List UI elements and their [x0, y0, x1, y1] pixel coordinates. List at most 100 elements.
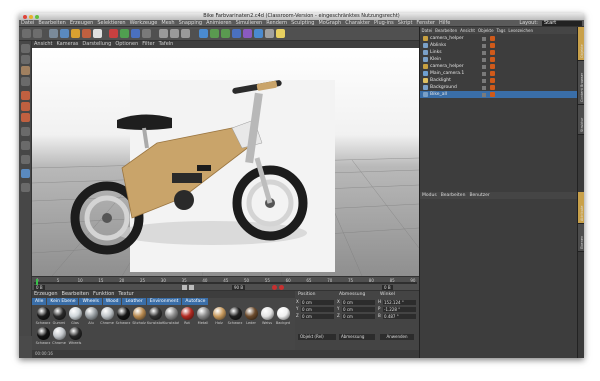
- object-menu-lesezeichen[interactable]: Lesezeichen: [507, 27, 535, 34]
- z-axis-icon[interactable]: [131, 29, 140, 38]
- menu-plugins[interactable]: Plug-ins: [372, 20, 396, 26]
- camera-icon[interactable]: [265, 29, 274, 38]
- position-field[interactable]: 0 cm: [301, 306, 334, 312]
- material-swatch[interactable]: [132, 307, 146, 320]
- object-name[interactable]: Main_camera.1: [430, 70, 464, 77]
- snapping-icon[interactable]: [21, 155, 30, 164]
- subdivision-icon[interactable]: [221, 29, 230, 38]
- object-row[interactable]: Background: [420, 84, 578, 91]
- material-swatch[interactable]: [100, 307, 114, 320]
- layout-dropdown[interactable]: Start: [542, 21, 582, 26]
- object-name[interactable]: camera_helper: [430, 63, 464, 70]
- live-selection-icon[interactable]: [49, 29, 58, 38]
- minimize-window-icon[interactable]: [29, 14, 33, 19]
- menu-simulieren[interactable]: Simulieren: [234, 20, 265, 26]
- object-row[interactable]: Ablinks: [420, 42, 578, 49]
- object-name[interactable]: camera_helper: [430, 35, 464, 42]
- material-tab-autoface[interactable]: Autoface: [182, 298, 209, 305]
- render-picture-viewer-icon[interactable]: [170, 29, 179, 38]
- redo-icon[interactable]: [33, 29, 42, 38]
- visibility-flags-icon[interactable]: [482, 71, 486, 76]
- material-tab-kein-ebene[interactable]: Kein Ebene: [47, 298, 79, 305]
- texture-tag-icon[interactable]: [490, 36, 495, 41]
- object-name[interactable]: Bike_all: [430, 91, 447, 98]
- menu-bearbeiten[interactable]: Bearbeiten: [36, 20, 67, 26]
- visibility-flags-icon[interactable]: [482, 50, 486, 55]
- object-menu-ansicht[interactable]: Ansicht: [459, 27, 477, 34]
- material-tab-wheels[interactable]: Wheels: [79, 298, 102, 305]
- side-tab-ebenen[interactable]: Ebenen: [578, 224, 584, 252]
- axis-mode-icon[interactable]: [21, 127, 30, 136]
- object-name[interactable]: Background: [430, 84, 457, 91]
- texture-tag-icon[interactable]: [490, 57, 495, 62]
- object-row[interactable]: camera_helper: [420, 63, 578, 70]
- 3d-viewport[interactable]: [32, 48, 419, 276]
- visibility-flags-icon[interactable]: [482, 64, 486, 69]
- size-field[interactable]: 0 cm: [342, 313, 375, 319]
- menu-erzeugen[interactable]: Erzeugen: [68, 20, 96, 26]
- locked-workplane-icon[interactable]: [21, 183, 30, 192]
- viewport-menu-tafeln[interactable]: Tafeln: [157, 41, 176, 48]
- material-menu-erzeugen[interactable]: Erzeugen: [32, 291, 60, 298]
- texture-tag-icon[interactable]: [490, 43, 495, 48]
- object-menu-objekte[interactable]: Objekte: [476, 27, 495, 34]
- material-swatch[interactable]: [228, 307, 242, 320]
- menu-werkzeuge[interactable]: Werkzeuge: [128, 20, 160, 26]
- polygons-mode-icon[interactable]: [21, 113, 30, 122]
- material-tab-alle[interactable]: Alle: [32, 298, 47, 305]
- material-swatch[interactable]: [244, 307, 258, 320]
- attribute-menu-modus[interactable]: Modus: [420, 192, 439, 199]
- visibility-flags-icon[interactable]: [482, 57, 486, 62]
- object-row[interactable]: Links: [420, 49, 578, 56]
- cube-icon[interactable]: [199, 29, 208, 38]
- material-swatch[interactable]: [52, 307, 66, 320]
- material-menu-bearbeiten[interactable]: Bearbeiten: [60, 291, 91, 298]
- position-field[interactable]: 0 cm: [301, 313, 334, 319]
- object-menu-datei[interactable]: Datei: [420, 27, 434, 34]
- points-mode-icon[interactable]: [21, 91, 30, 100]
- material-menu-textur[interactable]: Textur: [116, 291, 135, 298]
- texture-tag-icon[interactable]: [490, 78, 495, 83]
- visibility-flags-icon[interactable]: [482, 78, 486, 83]
- pen-spline-icon[interactable]: [210, 29, 219, 38]
- side-tab-content-browser[interactable]: Content Browser: [578, 61, 584, 105]
- side-tab-attribute[interactable]: Attribute: [578, 192, 584, 224]
- position-field[interactable]: 0 cm: [301, 299, 334, 305]
- menu-datei[interactable]: Datei: [19, 20, 36, 26]
- texture-mode-icon[interactable]: [21, 66, 30, 75]
- material-tab-wood[interactable]: Wood: [102, 298, 122, 305]
- y-axis-icon[interactable]: [120, 29, 129, 38]
- material-tab-leather[interactable]: Leather: [122, 298, 146, 305]
- apply-button[interactable]: Anwenden: [380, 334, 414, 340]
- texture-tag-icon[interactable]: [490, 71, 495, 76]
- object-menu-tags[interactable]: Tags: [495, 27, 507, 34]
- tweak-mode-icon[interactable]: [21, 141, 30, 150]
- x-axis-icon[interactable]: [109, 29, 118, 38]
- menu-charakter[interactable]: Charakter: [343, 20, 372, 26]
- size-field[interactable]: 0 cm: [342, 306, 375, 312]
- material-swatch[interactable]: [276, 307, 290, 320]
- object-menu-bearbeiten[interactable]: Bearbeiten: [434, 27, 459, 34]
- workplane-mode-icon[interactable]: [21, 77, 30, 86]
- visibility-flags-icon[interactable]: [482, 92, 486, 97]
- recent-tool-icon[interactable]: [93, 29, 102, 38]
- visibility-flags-icon[interactable]: [482, 85, 486, 90]
- coordinate-mode-dropdown[interactable]: Objekt (Rel): [298, 334, 336, 340]
- object-row[interactable]: Main_camera.1: [420, 70, 578, 77]
- viewport-menu-kameras[interactable]: Kameras: [54, 41, 80, 48]
- object-row[interactable]: Bike_all: [420, 91, 578, 98]
- material-swatch[interactable]: [180, 307, 194, 320]
- object-row[interactable]: camera_helper: [420, 35, 578, 42]
- texture-tag-icon[interactable]: [490, 85, 495, 90]
- rotation-field[interactable]: -1.228 °: [383, 306, 416, 312]
- material-swatch[interactable]: [260, 307, 274, 320]
- menu-sculpting[interactable]: Sculpting: [289, 20, 316, 26]
- coordinate-system-icon[interactable]: [142, 29, 151, 38]
- model-mode-icon[interactable]: [21, 55, 30, 64]
- material-swatch[interactable]: [68, 327, 82, 340]
- texture-tag-icon[interactable]: [490, 64, 495, 69]
- menu-mograph[interactable]: MoGraph: [316, 20, 343, 26]
- scale-tool-icon[interactable]: [71, 29, 80, 38]
- menu-rendern[interactable]: Rendern: [264, 20, 289, 26]
- zoom-window-icon[interactable]: [35, 14, 39, 19]
